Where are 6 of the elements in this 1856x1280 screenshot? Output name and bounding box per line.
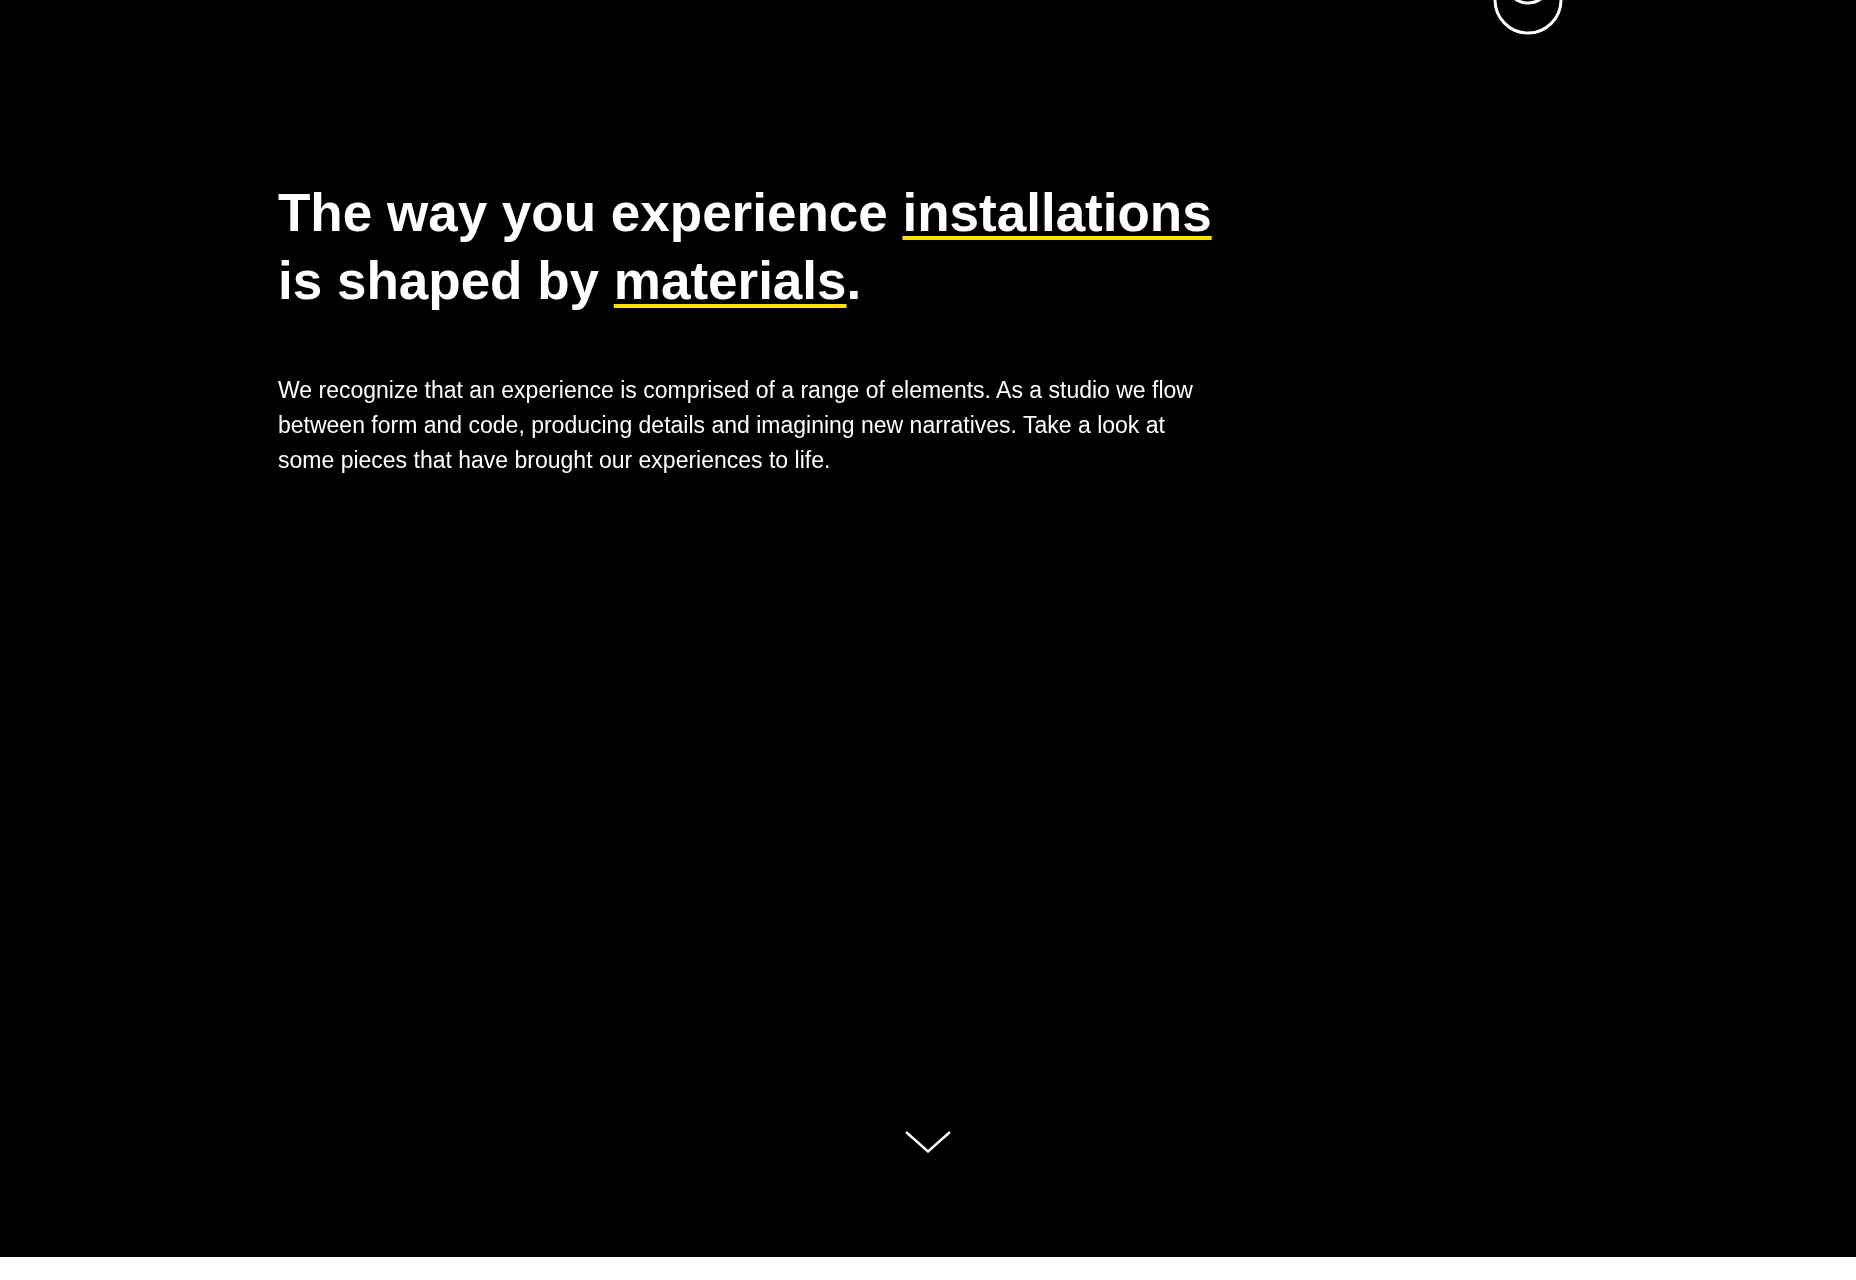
rings-logo-icon[interactable] (1492, 0, 1564, 36)
headline: The way you experience installations is shaped by materials. (278, 182, 1213, 312)
intro-paragraph: We recognize that an experience is comprised of a range of elements. As a studio we flow between form and code, producing details and imagining new narratives. Take a look at some pieces that have brought our experiences to life. (278, 376, 1194, 475)
headline-link[interactable]: materials (613, 251, 847, 310)
headline-link[interactable]: installations (902, 183, 1212, 242)
chevron-down-icon[interactable] (905, 1131, 951, 1153)
